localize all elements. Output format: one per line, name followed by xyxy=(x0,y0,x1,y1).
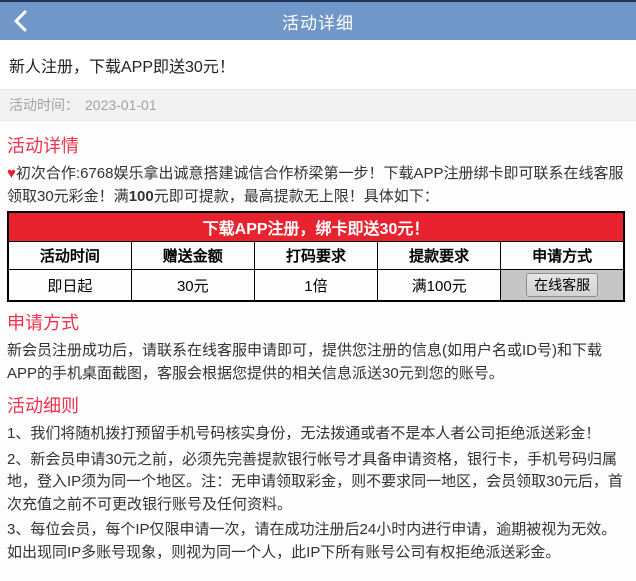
col-header-time: 活动时间 xyxy=(8,242,131,270)
cell-apply: 在线客服 xyxy=(501,270,624,302)
activity-time-value: 2023-01-01 xyxy=(85,97,157,113)
rule-item: 2、新会员申请30元之前，必须先完善提款银行帐号才具备申请资格，银行卡，手机号码… xyxy=(7,449,629,517)
table-banner-row: 下载APP注册，绑卡即送30元！ xyxy=(8,212,624,242)
page-title: 活动详细 xyxy=(282,9,354,34)
apply-paragraph: 新会员注册成功后，请联系在线客服申请即可，提供您注册的信息(如用户名或ID号)和… xyxy=(7,340,629,385)
cell-withdraw: 满100元 xyxy=(378,270,501,302)
chevron-left-icon xyxy=(12,9,28,33)
intro-segment-bold: 100 xyxy=(129,188,154,205)
details-intro-paragraph: ♥初次合作:6768娱乐拿出诚意搭建诚信合作桥梁第一步！下载APP注册绑卡即可联… xyxy=(7,163,629,208)
heart-icon: ♥ xyxy=(7,165,16,182)
table-banner: 下载APP注册，绑卡即送30元！ xyxy=(8,212,624,242)
col-header-withdraw: 提款要求 xyxy=(378,242,501,270)
activity-time-label: 活动时间： xyxy=(9,95,79,115)
col-header-wager: 打码要求 xyxy=(254,242,377,270)
promo-title-section: 新人注册，下载APP即送30元！ xyxy=(0,40,636,90)
col-header-apply: 申请方式 xyxy=(501,242,624,270)
promo-title: 新人注册，下载APP即送30元！ xyxy=(9,53,235,77)
back-button[interactable] xyxy=(6,7,34,35)
promo-table: 下载APP注册，绑卡即送30元！ 活动时间 赠送金额 打码要求 提款要求 申请方… xyxy=(7,211,625,302)
intro-segment: 元即可提款，最高提款无上限！具体如下： xyxy=(154,188,439,205)
table-header-row: 活动时间 赠送金额 打码要求 提款要求 申请方式 xyxy=(8,242,624,270)
content-area: 活动详情 ♥初次合作:6768娱乐拿出诚意搭建诚信合作桥梁第一步！下载APP注册… xyxy=(0,121,636,581)
col-header-amount: 赠送金额 xyxy=(131,242,254,270)
section-heading-rules: 活动细则 xyxy=(7,392,629,418)
cell-amount: 30元 xyxy=(131,270,254,302)
rule-item: 3、每位会员，每个IP仅限申请一次，请在成功注册后24小时内进行申请，逾期被视为… xyxy=(7,519,629,564)
activity-time-bar: 活动时间： 2023-01-01 xyxy=(0,90,636,121)
cell-time: 即日起 xyxy=(8,270,131,302)
rule-item: 1、我们将随机拨打预留手机号码核实身份，无法拨通或者不是本人者公司拒绝派送彩金！ xyxy=(7,423,629,446)
table-row: 即日起 30元 1倍 满100元 在线客服 xyxy=(8,270,624,302)
online-service-button[interactable]: 在线客服 xyxy=(526,273,598,297)
cell-wager: 1倍 xyxy=(254,270,377,302)
header-bar: 活动详细 xyxy=(0,0,636,40)
section-heading-apply: 申请方式 xyxy=(7,309,629,335)
section-heading-details: 活动详情 xyxy=(7,132,629,158)
